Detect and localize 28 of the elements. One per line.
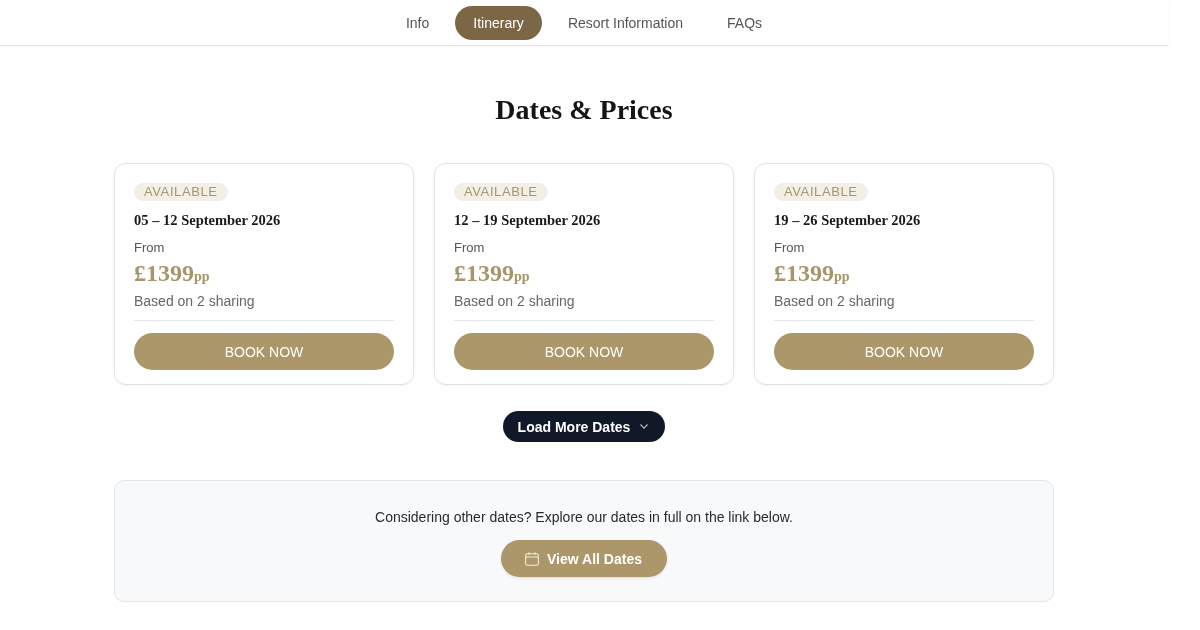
book-now-button[interactable]: BOOK NOW	[454, 333, 714, 370]
from-label: From	[134, 239, 165, 257]
chevron-down-icon	[640, 424, 649, 429]
price-text: £1399pp	[774, 260, 850, 288]
from-label: From	[774, 239, 805, 257]
availability-badge: AVAILABLE	[134, 183, 228, 201]
section-title: Dates & Prices	[495, 93, 673, 127]
nav-tab[interactable]: Itinerary	[455, 5, 542, 40]
sharing-note: Based on 2 sharing	[134, 292, 255, 311]
view-all-dates-button[interactable]: View All Dates	[501, 540, 667, 577]
date-range-text: 19 – 26 September 2026	[774, 211, 921, 230]
book-now-button[interactable]: BOOK NOW	[134, 333, 394, 370]
date-range-text: 05 – 12 September 2026	[134, 211, 281, 230]
nav-tab[interactable]: Resort Information	[549, 5, 702, 40]
other-dates-text: Considering other dates? Explore our dates in full on the link below.	[375, 508, 793, 527]
availability-badge: AVAILABLE	[774, 183, 868, 201]
book-now-button[interactable]: BOOK NOW	[774, 333, 1034, 370]
load-more-button[interactable]: Load More Dates	[502, 411, 666, 442]
date-range-text: 12 – 19 September 2026	[454, 211, 601, 230]
nav-tab[interactable]: FAQs	[709, 5, 781, 40]
sharing-note: Based on 2 sharing	[454, 292, 575, 311]
from-label: From	[454, 239, 485, 257]
price-text: £1399pp	[134, 260, 210, 288]
nav-tab[interactable]: Info	[387, 5, 448, 40]
availability-badge: AVAILABLE	[454, 183, 548, 201]
price-text: £1399pp	[454, 260, 530, 288]
calendar-icon	[525, 551, 540, 566]
sharing-note: Based on 2 sharing	[774, 292, 895, 311]
